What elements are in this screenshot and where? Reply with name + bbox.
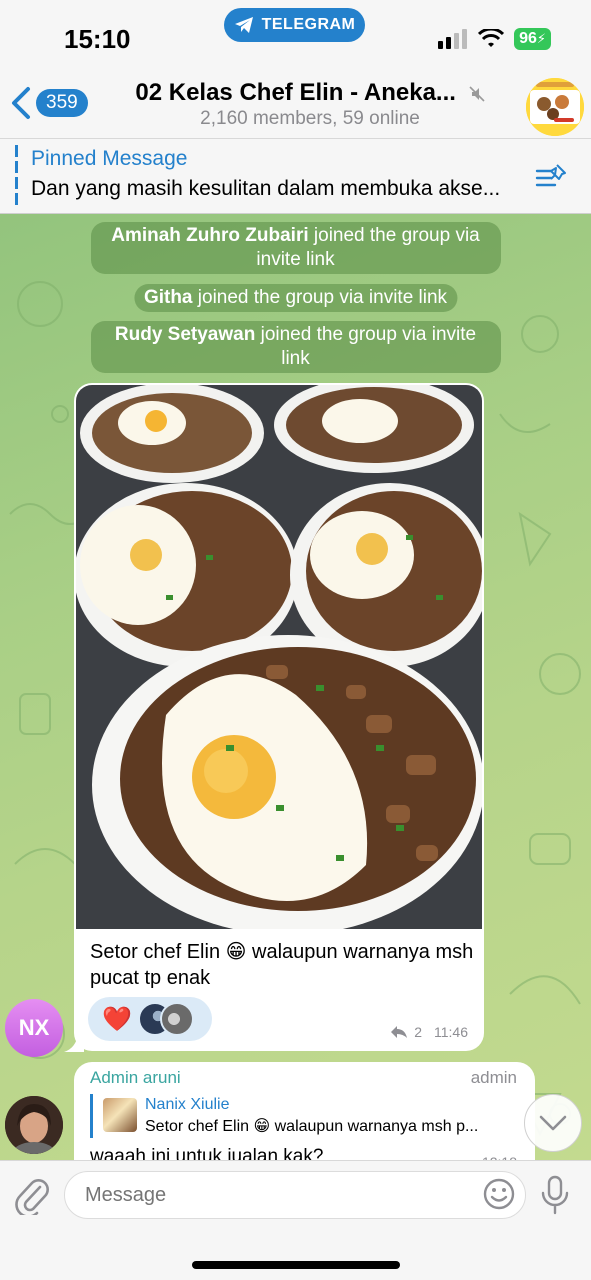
group-avatar[interactable]: [526, 78, 584, 136]
media-caption: Setor chef Elin 😁 walaupun warnanya msh …: [90, 941, 474, 989]
message-meta: 2 11:46: [390, 1024, 468, 1040]
unread-count-badge: 359: [36, 89, 88, 117]
chat-title[interactable]: 02 Kelas Chef Elin - Aneka...: [110, 79, 510, 107]
scroll-down-button[interactable]: [524, 1094, 582, 1152]
food-photo[interactable]: [76, 385, 482, 929]
telegram-pill[interactable]: TELEGRAM: [224, 8, 365, 42]
wifi-icon: [478, 29, 505, 47]
microphone-icon[interactable]: [540, 1175, 570, 1215]
back-button[interactable]: 359: [10, 86, 88, 120]
admin-badge: admin: [470, 1068, 517, 1087]
forward-count: 2: [414, 1024, 422, 1040]
pinned-title: Pinned Message: [31, 147, 188, 170]
chat-title-text: 02 Kelas Chef Elin - Aneka...: [135, 79, 456, 106]
service-message: Aminah Zuhro Zubairi joined the group vi…: [90, 222, 501, 274]
pinned-text: Dan yang masih kesulitan dalam membuka a…: [31, 177, 501, 200]
signal-icon: [438, 29, 468, 49]
service-text: joined the group via invite link: [192, 287, 448, 308]
rice-bowls-image: [76, 385, 482, 929]
quote-author: Nanix Xiulie: [145, 1096, 230, 1113]
top-bar: 15:10 TELEGRAM 96 ⚡ 359 02 Kelas Chef El…: [0, 0, 591, 214]
chevron-left-icon: [12, 87, 30, 119]
status-time: 15:10: [64, 24, 131, 54]
service-user-name[interactable]: Aminah Zuhro Zubairi: [111, 225, 308, 246]
media-message-bubble[interactable]: Setor chef Elin 😁 walaupun warnanya msh …: [74, 383, 484, 1051]
sticker-emoji-icon[interactable]: [482, 1177, 516, 1211]
message-input-bar: [0, 1160, 591, 1280]
attach-icon[interactable]: [14, 1175, 50, 1215]
charging-bolt-icon: ⚡: [536, 31, 546, 46]
service-message: Rudy Setyawan joined the group via invit…: [90, 321, 501, 373]
battery-level: 96: [519, 30, 537, 47]
reactions-bar[interactable]: ❤️: [88, 997, 212, 1041]
group-avatar-image: [526, 78, 584, 136]
message-time: 11:46: [434, 1024, 468, 1040]
heart-reaction[interactable]: ❤️: [102, 1005, 132, 1034]
reply-sender-name[interactable]: Admin aruni: [90, 1068, 181, 1088]
paper-plane-icon: [234, 17, 253, 33]
sender-avatar[interactable]: NX: [5, 999, 63, 1057]
quote-text: Setor chef Elin 😁 walaupun warnanya msh …: [145, 1118, 479, 1135]
battery-indicator: 96 ⚡: [514, 28, 551, 50]
telegram-pill-label: TELEGRAM: [261, 16, 356, 33]
reactor-avatar: [159, 1002, 194, 1036]
quoted-message[interactable]: Nanix Xiulie Setor chef Elin 😁 walaupun …: [90, 1094, 518, 1138]
pinned-list-icon[interactable]: [535, 161, 569, 191]
chat-subtitle: 2,160 members, 59 online: [200, 108, 420, 129]
home-indicator: [192, 1261, 400, 1269]
pinned-message[interactable]: Pinned Message Dan yang masih kesulitan …: [0, 138, 591, 214]
forward-icon: [391, 1026, 408, 1038]
service-user-name[interactable]: Rudy Setyawan: [115, 324, 255, 345]
message-input[interactable]: [64, 1171, 526, 1219]
service-user-name[interactable]: Githa: [144, 287, 193, 308]
quote-thumbnail: [103, 1098, 137, 1132]
pinned-indicator: [15, 145, 18, 207]
chevron-down-icon: [539, 1115, 567, 1131]
avatar-photo: [5, 1096, 63, 1154]
service-text: joined the group via invite link: [255, 324, 477, 369]
service-message: Githa joined the group via invite link: [133, 284, 458, 312]
muted-icon: [469, 86, 485, 102]
status-icons: 96 ⚡: [438, 28, 551, 50]
admin-avatar[interactable]: [5, 1096, 63, 1154]
